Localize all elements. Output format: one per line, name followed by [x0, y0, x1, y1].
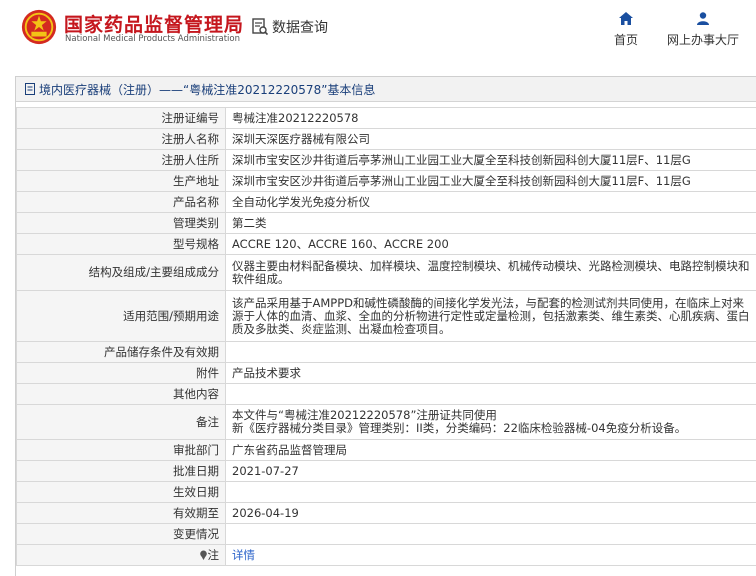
home-icon [619, 12, 633, 25]
field-value: 深圳天深医疗器械有限公司 [225, 128, 756, 150]
field-value [225, 481, 756, 503]
field-label: 管理类别 [16, 212, 226, 234]
table-row: 附件 产品技术要求 [16, 362, 756, 384]
nav-online-hall[interactable]: 网上办事大厅 [667, 12, 739, 48]
field-value: 第二类 [225, 212, 756, 234]
table-row: 其他内容 [16, 383, 756, 405]
pin-icon [199, 550, 207, 560]
field-label: 注册人名称 [16, 128, 226, 150]
table-row: 注册证编号 粤械注准20212220578 [16, 107, 756, 129]
field-value: 产品技术要求 [225, 362, 756, 384]
field-label: 产品名称 [16, 191, 226, 213]
user-icon [697, 12, 709, 25]
table-row: 生效日期 [16, 481, 756, 503]
remark-value: 本文件与“粤械注准20212220578”注册证共同使用 新《医疗器械分类目录》… [225, 404, 756, 440]
panel-title: 境内医疗器械（注册）——“粤械注准20212220578”基本信息 [39, 82, 376, 97]
table-row: 注册人住所 深圳市宝安区沙井街道后亭茅洲山工业园工业大厦全至科技创新园科创大厦1… [16, 149, 756, 171]
nav-home[interactable]: 首页 [614, 12, 638, 48]
field-value: 广东省药品监督管理局 [225, 439, 756, 461]
field-value: 仪器主要由材料配备模块、加样模块、温度控制模块、机械传动模块、光路检测模块、电路… [225, 254, 756, 291]
table-row: 有效期至 2026-04-19 [16, 502, 756, 524]
field-label: 生产地址 [16, 170, 226, 192]
table-row: 注册人名称 深圳天深医疗器械有限公司 [16, 128, 756, 150]
detail-panel: 境内医疗器械（注册）——“粤械注准20212220578”基本信息 注册证编号 … [15, 76, 756, 576]
field-label: 生效日期 [16, 481, 226, 503]
nav-online-hall-label: 网上办事大厅 [667, 33, 740, 47]
table-row: 审批部门 广东省药品监督管理局 [16, 439, 756, 461]
field-label: 产品储存条件及有效期 [16, 341, 226, 363]
field-label: 结构及组成/主要组成成分 [16, 254, 226, 291]
field-value [225, 341, 756, 363]
detail-link[interactable]: 详情 [232, 548, 255, 562]
table-row: 结构及组成/主要组成成分 仪器主要由材料配备模块、加样模块、温度控制模块、机械传… [16, 254, 756, 291]
data-query-link[interactable]: 数据查询 [252, 17, 328, 37]
field-value [225, 383, 756, 405]
field-label: 其他内容 [16, 383, 226, 405]
data-query-label: 数据查询 [272, 20, 328, 36]
field-value: 全自动化学发光免疫分析仪 [225, 191, 756, 213]
table-row: 注 详情 [16, 544, 756, 566]
field-value: 详情 [225, 544, 756, 566]
table-row: 变更情况 [16, 523, 756, 545]
field-value [225, 523, 756, 545]
site-header: 国家药品监督管理局 National Medical Products Admi… [0, 0, 756, 62]
document-search-icon [252, 18, 268, 36]
field-value: 粤械注准20212220578 [225, 107, 756, 129]
table-row: 产品储存条件及有效期 [16, 341, 756, 363]
document-icon [25, 83, 35, 95]
table-row: 产品名称 全自动化学发光免疫分析仪 [16, 191, 756, 213]
nav-home-label: 首页 [614, 33, 639, 47]
national-emblem-icon [21, 9, 57, 45]
table-row: 备注 本文件与“粤械注准20212220578”注册证共同使用 新《医疗器械分类… [16, 404, 756, 440]
table-row: 适用范围/预期用途 该产品采用基于AMPPD和碱性磷酸酶的间接化学发光法，与配套… [16, 290, 756, 342]
panel-header: 境内医疗器械（注册）——“粤械注准20212220578”基本信息 [16, 77, 756, 102]
field-label: 批准日期 [16, 460, 226, 482]
brand-name: 国家药品监督管理局 [64, 14, 245, 36]
field-label: 有效期至 [16, 502, 226, 524]
brand-name-en: National Medical Products Administration [65, 34, 240, 44]
field-label: 注册证编号 [16, 107, 226, 129]
field-label: 注 [207, 547, 220, 562]
table-row: 型号规格 ACCRE 120、ACCRE 160、ACCRE 200 [16, 233, 756, 255]
field-value: ACCRE 120、ACCRE 160、ACCRE 200 [225, 233, 756, 255]
note-label: 注 [16, 544, 226, 566]
field-label: 备注 [16, 404, 226, 440]
field-value: 2021-07-27 [225, 460, 756, 482]
field-value: 该产品采用基于AMPPD和碱性磷酸酶的间接化学发光法，与配套的检测试剂共同使用，… [225, 290, 756, 342]
field-value: 深圳市宝安区沙井街道后亭茅洲山工业园工业大厦全至科技创新园科创大厦11层F、11… [225, 149, 756, 171]
field-label: 变更情况 [16, 523, 226, 545]
field-label: 审批部门 [16, 439, 226, 461]
info-table: 注册证编号 粤械注准20212220578 注册人名称 深圳天深医疗器械有限公司… [16, 107, 756, 566]
table-row: 批准日期 2021-07-27 [16, 460, 756, 482]
table-row: 管理类别 第二类 [16, 212, 756, 234]
field-label: 附件 [16, 362, 226, 384]
table-row: 生产地址 深圳市宝安区沙井街道后亭茅洲山工业园工业大厦全至科技创新园科创大厦11… [16, 170, 756, 192]
field-label: 注册人住所 [16, 149, 226, 171]
field-label: 型号规格 [16, 233, 226, 255]
field-value: 2026-04-19 [225, 502, 756, 524]
remark-line: 新《医疗器械分类目录》管理类别：II类，分类编码：22临床检验器械-04免疫分析… [232, 421, 687, 435]
field-label: 适用范围/预期用途 [16, 290, 226, 342]
field-value: 深圳市宝安区沙井街道后亭茅洲山工业园工业大厦全至科技创新园科创大厦11层F、11… [225, 170, 756, 192]
